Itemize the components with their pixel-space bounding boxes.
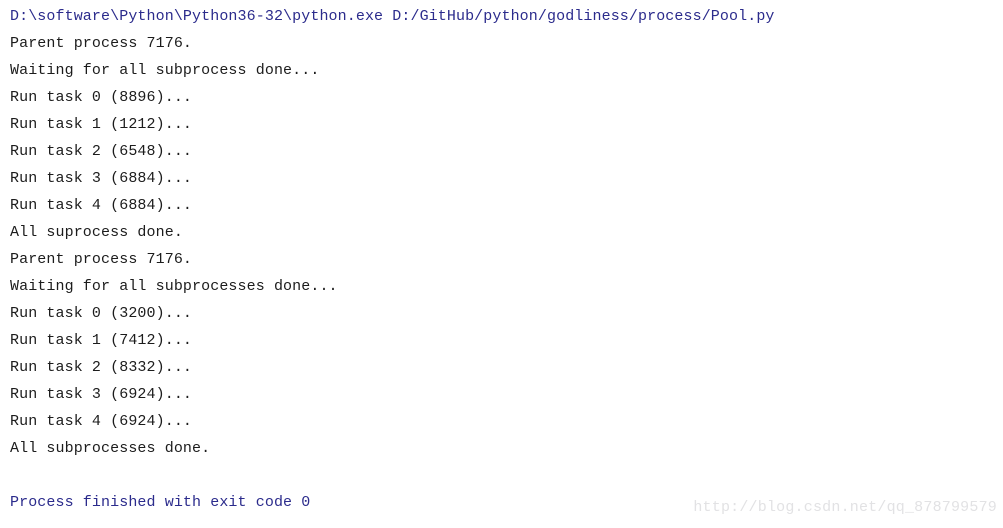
console-output-line: Run task 1 (7412)...: [10, 332, 193, 349]
console-output-line: Run task 3 (6884)...: [10, 170, 193, 187]
console-output-line: Parent process 7176.: [10, 251, 193, 268]
console-output-line: Run task 1 (1212)...: [10, 116, 193, 133]
console-output-line: Run task 2 (8332)...: [10, 359, 193, 376]
console-output-line: Run task 4 (6884)...: [10, 197, 193, 214]
console-output-line: All suprocess done.: [10, 224, 183, 241]
console-output-line: Run task 3 (6924)...: [10, 386, 193, 403]
console-output-line: Run task 0 (8896)...: [10, 89, 193, 106]
console-output-line: Parent process 7176.: [10, 35, 193, 52]
console-command-line: D:\software\Python\Python36-32\python.ex…: [10, 8, 775, 25]
console-output-line: Waiting for all subprocesses done...: [10, 278, 338, 295]
console-output-line: Run task 2 (6548)...: [10, 143, 193, 160]
console-output-line: Run task 4 (6924)...: [10, 413, 193, 430]
console-output-panel[interactable]: D:\software\Python\Python36-32\python.ex…: [0, 0, 1003, 528]
console-output-line: Waiting for all subprocess done...: [10, 62, 320, 79]
console-line-list: D:\software\Python\Python36-32\python.ex…: [10, 3, 1003, 516]
console-output-line: Run task 0 (3200)...: [10, 305, 193, 322]
csdn-watermark: http://blog.csdn.net/qq_878799579: [693, 499, 997, 516]
console-output-line: All subprocesses done.: [10, 440, 211, 457]
